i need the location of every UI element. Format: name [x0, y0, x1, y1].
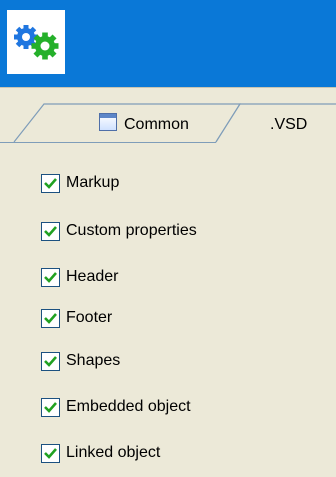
checkbox-markup[interactable] [41, 173, 60, 193]
option-shapes[interactable]: Shapes [41, 350, 120, 372]
checkbox-linked-object[interactable] [41, 443, 60, 463]
checkbox-custom-properties[interactable] [41, 221, 60, 241]
checkmark-icon [44, 401, 57, 413]
tab-vsd[interactable]: .VSD [270, 116, 307, 134]
option-header[interactable]: Header [41, 266, 118, 288]
option-label: Markup [66, 174, 120, 191]
option-custom-properties[interactable]: Custom properties [41, 220, 197, 242]
option-linked-object[interactable]: Linked object [41, 442, 160, 464]
gears-icon [7, 10, 65, 74]
checkbox-header[interactable] [41, 267, 60, 287]
checkbox-footer[interactable] [41, 308, 60, 328]
checkmark-icon [44, 312, 57, 324]
tab-common[interactable]: Common [124, 116, 189, 134]
window-icon [99, 113, 117, 131]
option-label: Custom properties [66, 222, 197, 239]
checkbox-shapes[interactable] [41, 351, 60, 371]
checkmark-icon [44, 447, 57, 459]
option-markup[interactable]: Markup [41, 172, 119, 194]
option-embedded-object[interactable]: Embedded object [41, 396, 191, 418]
checkmark-icon [44, 355, 57, 367]
option-label: Header [66, 268, 119, 285]
option-label: Footer [66, 309, 113, 326]
checkbox-embedded-object[interactable] [41, 397, 60, 417]
option-label: Linked object [66, 444, 161, 461]
checkmark-icon [44, 177, 57, 189]
checkmark-icon [44, 271, 57, 283]
option-label: Shapes [66, 352, 121, 369]
checkmark-icon [44, 225, 57, 237]
option-label: Embedded object [66, 398, 191, 415]
option-footer[interactable]: Footer [41, 307, 112, 329]
app-header [0, 0, 336, 87]
